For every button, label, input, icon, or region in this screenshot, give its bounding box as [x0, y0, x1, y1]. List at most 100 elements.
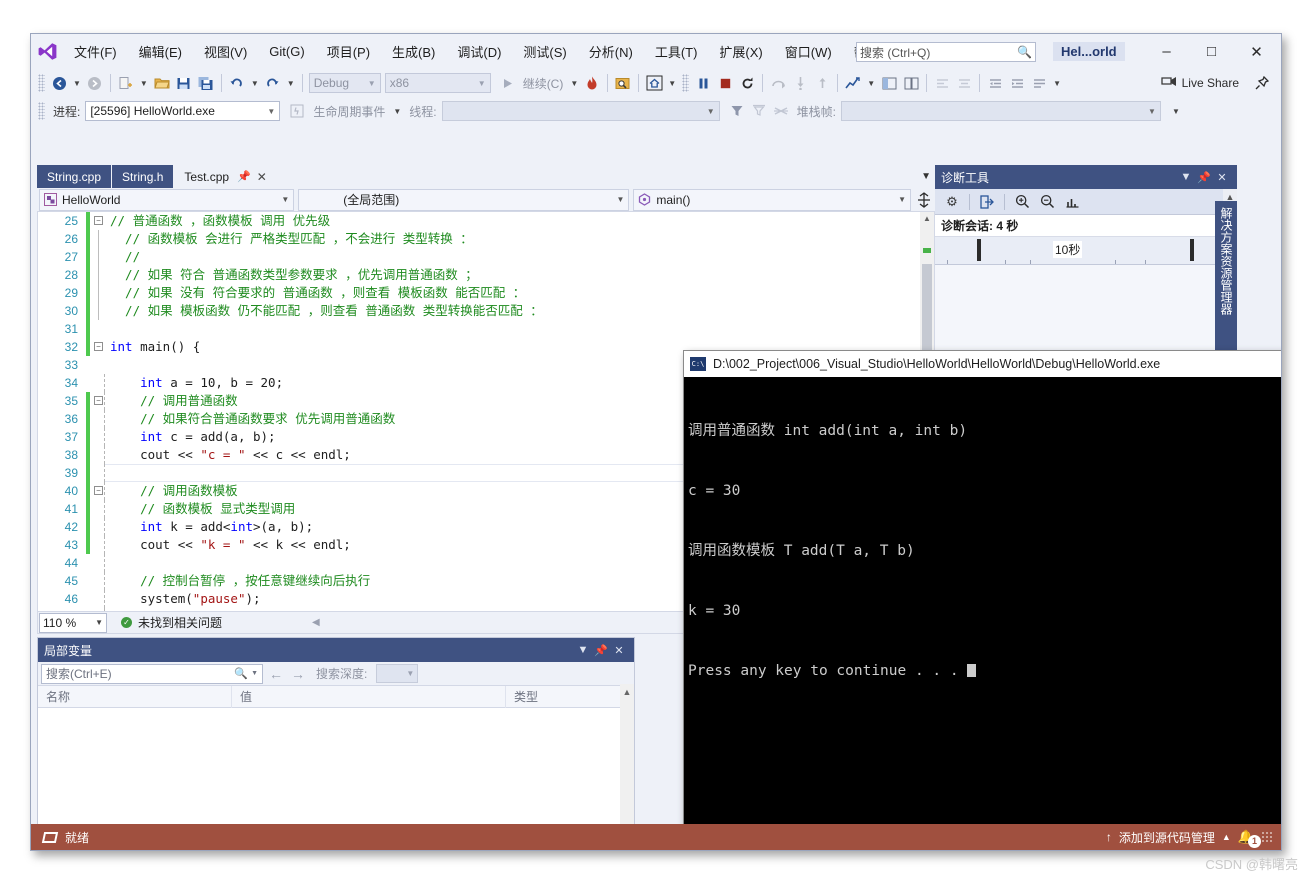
chevron-up-icon[interactable]: ▲ [620, 684, 634, 700]
gear-icon[interactable]: ⚙ [941, 192, 963, 212]
align-center-icon[interactable] [953, 72, 975, 94]
configuration-combo[interactable]: Debug ▼ [308, 73, 381, 93]
pause-icon[interactable] [692, 72, 714, 94]
locals-search-input[interactable]: 搜索(Ctrl+E) 🔍 ▼ [41, 663, 263, 684]
step-out-icon[interactable] [811, 72, 833, 94]
home-dropdown[interactable]: ▼ [665, 79, 679, 88]
account-label[interactable]: Hel...orld [1053, 42, 1125, 61]
redo-dropdown[interactable]: ▼ [284, 79, 298, 88]
comment-icon[interactable] [1028, 72, 1050, 94]
menu-item-extensions[interactable]: 扩展(X) [708, 38, 773, 65]
toolbar-grip[interactable] [38, 74, 45, 92]
menu-item-window[interactable]: 窗口(W) [774, 38, 843, 65]
process-combo[interactable]: [25596] HelloWorld.exe ▼ [85, 101, 281, 121]
menu-item-test[interactable]: 测试(S) [512, 38, 577, 65]
source-control-label[interactable]: 添加到源代码管理 [1119, 829, 1215, 846]
stackframe-combo[interactable]: ▼ [840, 101, 1161, 121]
menu-item-edit[interactable]: 编辑(E) [128, 38, 193, 65]
lifecycle-dropdown[interactable]: ▼ [390, 107, 404, 116]
arrow-right-icon[interactable]: → [289, 666, 307, 682]
step-over-icon[interactable] [767, 72, 789, 94]
continue-label[interactable]: 继续(C) [519, 75, 568, 92]
compare-icon[interactable] [900, 72, 922, 94]
fold-toggle-icon[interactable]: − [94, 396, 103, 405]
hot-reload-icon[interactable] [581, 72, 603, 94]
menu-item-view[interactable]: 视图(V) [193, 38, 258, 65]
menu-item-git[interactable]: Git(G) [258, 40, 315, 63]
zoom-out-icon[interactable] [1036, 192, 1058, 212]
profiler-dropdown[interactable]: ▼ [864, 79, 878, 88]
scope-combo[interactable]: (全局范围) ▼ [298, 188, 630, 211]
stop-icon[interactable] [714, 72, 736, 94]
zoom-in-icon[interactable] [1011, 192, 1033, 212]
menu-item-build[interactable]: 生成(B) [381, 38, 446, 65]
toolbar-grip-2[interactable] [682, 74, 690, 92]
console-window[interactable]: C:\ D:\002_Project\006_Visual_Studio\Hel… [683, 350, 1281, 850]
indent-increase-icon[interactable] [1006, 72, 1028, 94]
open-folder-icon[interactable] [151, 72, 173, 94]
step-into-icon[interactable] [789, 72, 811, 94]
diagnostic-timeline[interactable]: 10秒 [935, 237, 1237, 265]
debug-toolbar-grip[interactable] [38, 102, 45, 120]
continue-dropdown[interactable]: ▼ [567, 79, 581, 88]
fold-toggle-icon[interactable]: − [94, 486, 103, 495]
attach-to-process-icon[interactable] [612, 72, 634, 94]
menu-item-debug[interactable]: 调试(D) [446, 38, 512, 65]
menu-item-file[interactable]: 文件(F) [63, 38, 128, 65]
close-icon[interactable]: ✕ [1234, 36, 1279, 68]
undo-icon[interactable] [226, 72, 248, 94]
redo-icon[interactable] [262, 72, 284, 94]
filter-icon[interactable] [726, 100, 748, 122]
window-layout-icon[interactable] [878, 72, 900, 94]
close-icon[interactable]: ✕ [610, 644, 628, 657]
editor-tab-string-h[interactable]: String.h [112, 165, 174, 188]
chevron-down-icon[interactable]: ▼ [574, 644, 592, 656]
menu-item-analyze[interactable]: 分析(N) [578, 38, 644, 65]
menu-item-tools[interactable]: 工具(T) [644, 38, 709, 65]
more-toolbar-dropdown[interactable]: ▼ [1050, 79, 1064, 88]
undo-dropdown[interactable]: ▼ [248, 79, 262, 88]
home-icon[interactable] [643, 72, 665, 94]
arrow-left-icon[interactable]: ← [267, 666, 285, 682]
column-header-type[interactable]: 类型 [506, 686, 622, 708]
flatten-icon[interactable] [770, 100, 792, 122]
fold-toggle-icon[interactable]: − [94, 342, 103, 351]
pin-icon[interactable]: 📌 [237, 170, 251, 183]
column-header-name[interactable]: 名称 [38, 685, 232, 708]
platform-combo[interactable]: x86 ▼ [384, 73, 491, 93]
filter-threads-icon[interactable] [748, 100, 770, 122]
new-item-dropdown[interactable]: ▼ [137, 79, 151, 88]
lifecycle-events-icon[interactable] [286, 100, 308, 122]
indent-decrease-icon[interactable] [984, 72, 1006, 94]
menu-item-project[interactable]: 项目(P) [316, 38, 381, 65]
pin-icon[interactable] [1251, 72, 1273, 94]
member-combo[interactable]: main() ▼ [633, 188, 911, 211]
resize-grip-icon[interactable] [1261, 831, 1273, 843]
chevron-up-icon[interactable]: ▲ [1222, 832, 1231, 842]
close-icon[interactable]: ✕ [257, 170, 267, 184]
chevron-down-icon[interactable]: ▼ [1177, 171, 1195, 183]
column-header-value[interactable]: 值 [232, 685, 506, 708]
thread-combo[interactable]: ▼ [441, 101, 720, 121]
solution-explorer-vertical-tab[interactable]: 解决方案资源管理器 [1215, 201, 1237, 351]
chevron-down-icon[interactable]: ▼ [251, 670, 258, 677]
search-input[interactable]: 搜索 (Ctrl+Q) 🔍 [856, 42, 1036, 62]
bar-chart-icon[interactable] [1061, 192, 1083, 212]
editor-tab-test-cpp[interactable]: Test.cpp 📌 ✕ [174, 165, 277, 188]
fold-toggle-icon[interactable]: − [94, 216, 103, 225]
new-item-icon[interactable] [115, 72, 137, 94]
pin-icon[interactable]: 📌 [592, 644, 610, 657]
scroll-up-icon[interactable]: ▲ [920, 212, 934, 226]
align-left-icon[interactable] [931, 72, 953, 94]
restart-icon[interactable] [736, 72, 758, 94]
chevron-left-icon[interactable]: ◀ [312, 617, 320, 628]
maximize-icon[interactable]: □ [1189, 36, 1234, 68]
zoom-combo[interactable]: 110 % ▼ [39, 612, 107, 633]
navigate-back-dropdown[interactable]: ▼ [70, 79, 84, 88]
live-share-button[interactable]: Live Share [1160, 75, 1239, 92]
continue-play-icon[interactable] [497, 72, 519, 94]
export-icon[interactable] [976, 192, 998, 212]
close-icon[interactable]: ✕ [1213, 171, 1231, 184]
chevron-down-icon[interactable]: ▼ [921, 171, 931, 182]
navigate-back-icon[interactable] [48, 72, 70, 94]
